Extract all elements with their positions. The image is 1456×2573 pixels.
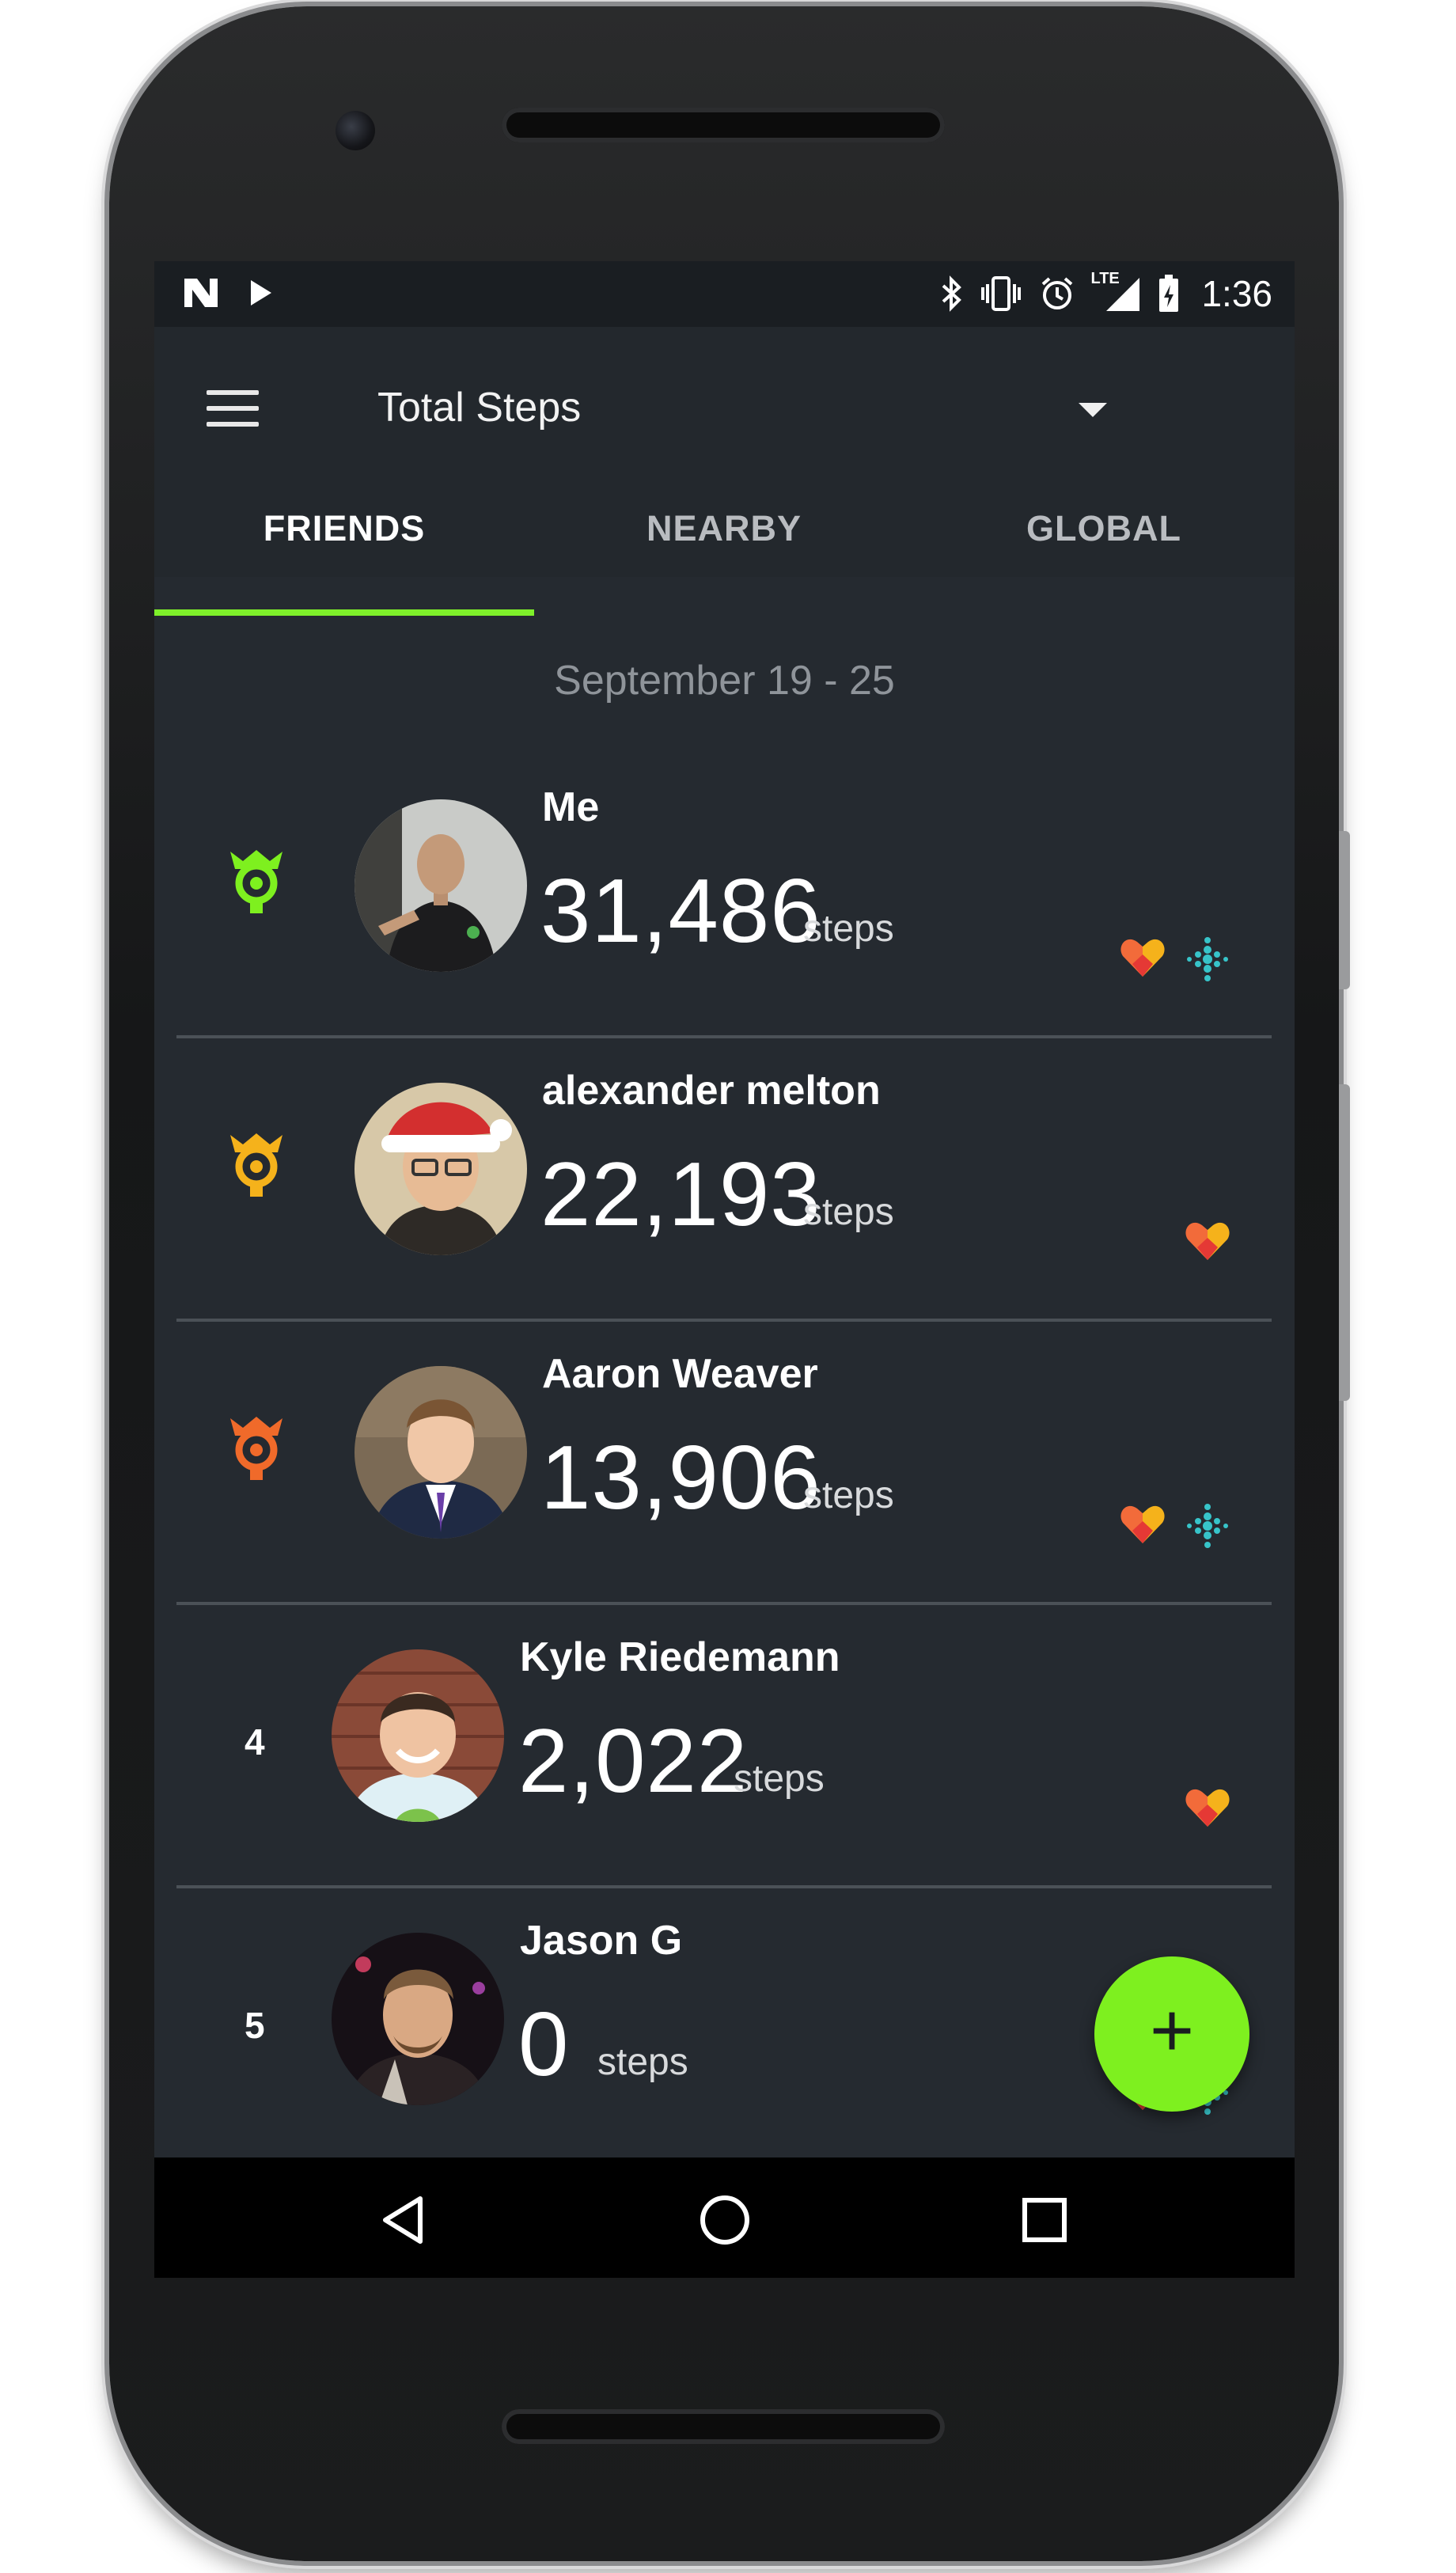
- signal-icon: LTE: [1090, 270, 1143, 313]
- leaderboard-row[interactable]: Me 31,486 steps: [154, 752, 1295, 1035]
- tab-nearby[interactable]: NEARBY: [534, 485, 914, 577]
- system-nav-bar: [154, 2157, 1295, 2278]
- metric-selector-title[interactable]: Total Steps: [377, 384, 581, 431]
- app-screen: LTE 1:36 Total Steps FRIENDS NEARBY GLOB…: [154, 261, 1295, 2278]
- leaderboard-row[interactable]: alexander melton 22,193 steps: [154, 1035, 1295, 1319]
- play-store-icon: [251, 280, 271, 305]
- add-friend-button[interactable]: +: [1094, 1956, 1249, 2112]
- friend-name: Me: [542, 784, 600, 830]
- steps-unit-label: steps: [803, 1474, 894, 1516]
- bottom-speaker: [502, 2409, 945, 2444]
- avatar[interactable]: [332, 1649, 504, 1822]
- step-count: 22,193: [540, 1144, 821, 1245]
- google-fit-icon: [1120, 1505, 1165, 1543]
- date-range-header: September 19 - 25: [554, 658, 895, 704]
- avatar[interactable]: [355, 1366, 527, 1539]
- steps-unit-label: steps: [734, 1758, 825, 1800]
- friend-name: Jason G: [520, 1918, 683, 1964]
- third-place-badge-icon: [230, 1417, 282, 1480]
- add-icon: +: [1149, 1988, 1195, 2073]
- dropdown-arrow-icon[interactable]: [1079, 403, 1107, 417]
- app-bar: Total Steps: [154, 327, 1295, 485]
- clock: 1:36: [1201, 273, 1272, 314]
- active-tab-indicator: [154, 609, 534, 616]
- step-count: 13,906: [540, 1428, 821, 1528]
- battery-icon: [1159, 275, 1179, 312]
- leaderboard-row[interactable]: Aaron Weaver 13,906 steps: [154, 1319, 1295, 1602]
- vibrate-icon: [981, 276, 1022, 311]
- step-count: 0: [518, 1994, 570, 2095]
- power-button: [1339, 831, 1350, 989]
- status-bar: LTE 1:36: [154, 261, 1295, 327]
- back-icon[interactable]: [376, 2192, 431, 2248]
- fitbit-icon: [1187, 937, 1228, 981]
- rank-number: 4: [245, 1721, 265, 1763]
- bluetooth-icon: [942, 275, 962, 312]
- notification-n-icon: [184, 279, 218, 307]
- google-fit-icon: [1185, 1789, 1230, 1827]
- leaderboard-row[interactable]: 4 Kyle Riedemann 2,022 steps: [154, 1602, 1295, 1885]
- google-fit-icon: [1120, 939, 1165, 977]
- tab-friends[interactable]: FRIENDS: [154, 485, 534, 577]
- volume-button: [1339, 1084, 1350, 1401]
- avatar[interactable]: [355, 799, 527, 972]
- step-count: 31,486: [540, 861, 821, 962]
- recents-icon[interactable]: [1017, 2192, 1072, 2248]
- home-icon[interactable]: [697, 2192, 753, 2248]
- rank-number: 5: [245, 2005, 265, 2046]
- tab-bar: FRIENDS NEARBY GLOBAL: [154, 485, 1295, 577]
- avatar[interactable]: [332, 1933, 504, 2105]
- front-camera: [336, 111, 375, 150]
- second-place-badge-icon: [230, 1133, 282, 1197]
- steps-unit-label: steps: [597, 2041, 688, 2083]
- friend-name: alexander melton: [542, 1068, 881, 1114]
- friend-name: Aaron Weaver: [542, 1351, 818, 1397]
- tab-global[interactable]: GLOBAL: [914, 485, 1294, 577]
- steps-unit-label: steps: [803, 908, 894, 950]
- steps-unit-label: steps: [803, 1191, 894, 1233]
- first-place-badge-icon: [230, 850, 282, 913]
- top-speaker: [502, 108, 945, 142]
- fitbit-icon: [1187, 1504, 1228, 1548]
- friend-name: Kyle Riedemann: [520, 1634, 840, 1680]
- google-fit-icon: [1185, 1222, 1230, 1260]
- menu-icon[interactable]: [207, 390, 259, 427]
- alarm-icon: [1042, 277, 1073, 309]
- step-count: 2,022: [518, 1711, 749, 1812]
- avatar[interactable]: [355, 1083, 527, 1255]
